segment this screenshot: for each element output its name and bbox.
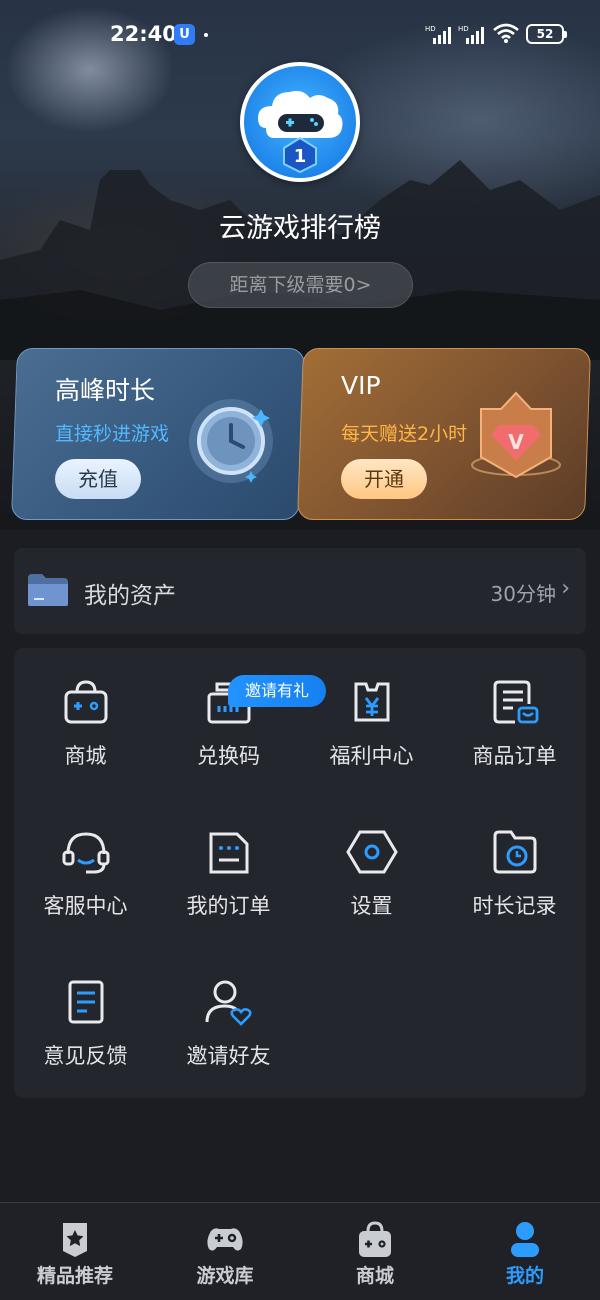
signal-icon: HD xyxy=(425,25,451,44)
username: 云游戏排行榜 xyxy=(219,213,381,244)
my-assets-label: 我的资产 xyxy=(84,583,176,609)
settings-hex-icon xyxy=(346,830,398,874)
feedback-icon xyxy=(68,980,104,1024)
avatar-level-number: 1 xyxy=(294,146,307,167)
welfare-icon xyxy=(354,682,390,722)
tab-label: 精品推荐 xyxy=(36,1265,113,1287)
product-order-icon xyxy=(493,680,539,724)
peak-card-title: 高峰时长 xyxy=(55,376,156,405)
vip-card[interactable]: VIP 每天赠送2小时 开通 V xyxy=(296,348,592,520)
menu-item-label: 时长记录 xyxy=(472,894,557,918)
level-progress-button[interactable]: 距离下级需要0> xyxy=(188,262,413,308)
menu-item-settings[interactable]: 设置 xyxy=(300,798,443,948)
menu-item-welfare-center[interactable]: 福利中心 xyxy=(300,648,443,798)
battery-icon: 52 xyxy=(526,24,567,44)
diamond-v-icon: V xyxy=(471,391,561,479)
bottom-tab-bar: 精品推荐 游戏库 商城 我的 xyxy=(0,1202,600,1300)
recharge-button[interactable]: 充值 xyxy=(55,459,141,499)
user-icon xyxy=(511,1222,539,1257)
vip-card-title: VIP xyxy=(341,371,381,400)
order-doc-icon xyxy=(209,832,249,874)
my-assets-row[interactable]: 我的资产 30分钟 › xyxy=(14,548,586,634)
network-type-label: HD xyxy=(425,25,436,33)
menu-item-label: 意见反馈 xyxy=(43,1044,128,1068)
tab-mine[interactable]: 我的 xyxy=(450,1203,600,1300)
menu-item-time-record[interactable]: 时长记录 xyxy=(443,798,586,948)
menu-item-product-orders[interactable]: 商品订单 xyxy=(443,648,586,798)
vip-emblem-letter: V xyxy=(508,430,524,454)
invite-friend-icon xyxy=(205,980,252,1026)
services-grid: 商城 兑换码 邀请有礼 福利中心 商品订单 客服中心 我的订单 设置 时长记录 … xyxy=(14,648,586,1098)
menu-item-mall[interactable]: 商城 xyxy=(14,648,157,798)
headset-icon xyxy=(62,832,110,874)
menu-item-label: 福利中心 xyxy=(329,744,414,768)
tab-label: 游戏库 xyxy=(196,1265,254,1287)
peak-time-card[interactable]: 高峰时长 直接秒进游戏 充值 xyxy=(10,348,306,520)
menu-item-label: 邀请好友 xyxy=(186,1044,271,1068)
folder-icon xyxy=(28,574,68,606)
signal-icon-2: HD xyxy=(458,25,484,44)
network-type-label-2: HD xyxy=(458,25,469,33)
gamepad-icon xyxy=(207,1228,243,1251)
menu-item-label: 商品订单 xyxy=(472,744,557,768)
status-bar: 22:40 U HD HD 52 xyxy=(0,18,600,52)
avatar[interactable]: 1 xyxy=(240,62,360,182)
activate-vip-button[interactable]: 开通 xyxy=(341,459,427,499)
menu-item-label: 我的订单 xyxy=(186,894,271,918)
star-badge-icon xyxy=(63,1223,87,1257)
menu-item-customer-service[interactable]: 客服中心 xyxy=(14,798,157,948)
vip-card-subtitle: 每天赠送2小时 xyxy=(341,423,468,445)
menu-item-redeem-code[interactable]: 兑换码 xyxy=(157,648,300,798)
menu-item-label: 商城 xyxy=(64,744,107,768)
time-record-icon xyxy=(493,830,537,874)
peak-card-subtitle: 直接秒进游戏 xyxy=(55,423,170,445)
store-bag-icon xyxy=(359,1221,391,1257)
tab-game-library[interactable]: 游戏库 xyxy=(150,1203,300,1300)
notification-dot xyxy=(204,33,208,37)
cloud-gamepad-avatar-icon: 1 xyxy=(258,90,343,174)
assets-balance: 30分钟 xyxy=(490,582,556,606)
menu-item-label: 设置 xyxy=(350,894,393,918)
shopping-bag-icon xyxy=(64,680,108,724)
clock-icon xyxy=(189,399,273,483)
wifi-icon xyxy=(493,23,519,43)
clock: 22:40 xyxy=(110,22,177,46)
menu-item-label: 客服中心 xyxy=(43,894,128,918)
tab-featured[interactable]: 精品推荐 xyxy=(0,1203,150,1300)
app-notification-icon: U xyxy=(174,24,195,45)
menu-item-my-orders[interactable]: 我的订单 xyxy=(157,798,300,948)
menu-item-feedback[interactable]: 意见反馈 xyxy=(14,948,157,1098)
tab-label: 我的 xyxy=(505,1265,544,1287)
menu-item-label: 兑换码 xyxy=(197,744,260,768)
chevron-right-icon: › xyxy=(561,576,570,601)
menu-item-invite-friends[interactable]: 邀请好友 xyxy=(157,948,300,1098)
tab-label: 商城 xyxy=(355,1265,394,1287)
tab-store[interactable]: 商城 xyxy=(300,1203,450,1300)
